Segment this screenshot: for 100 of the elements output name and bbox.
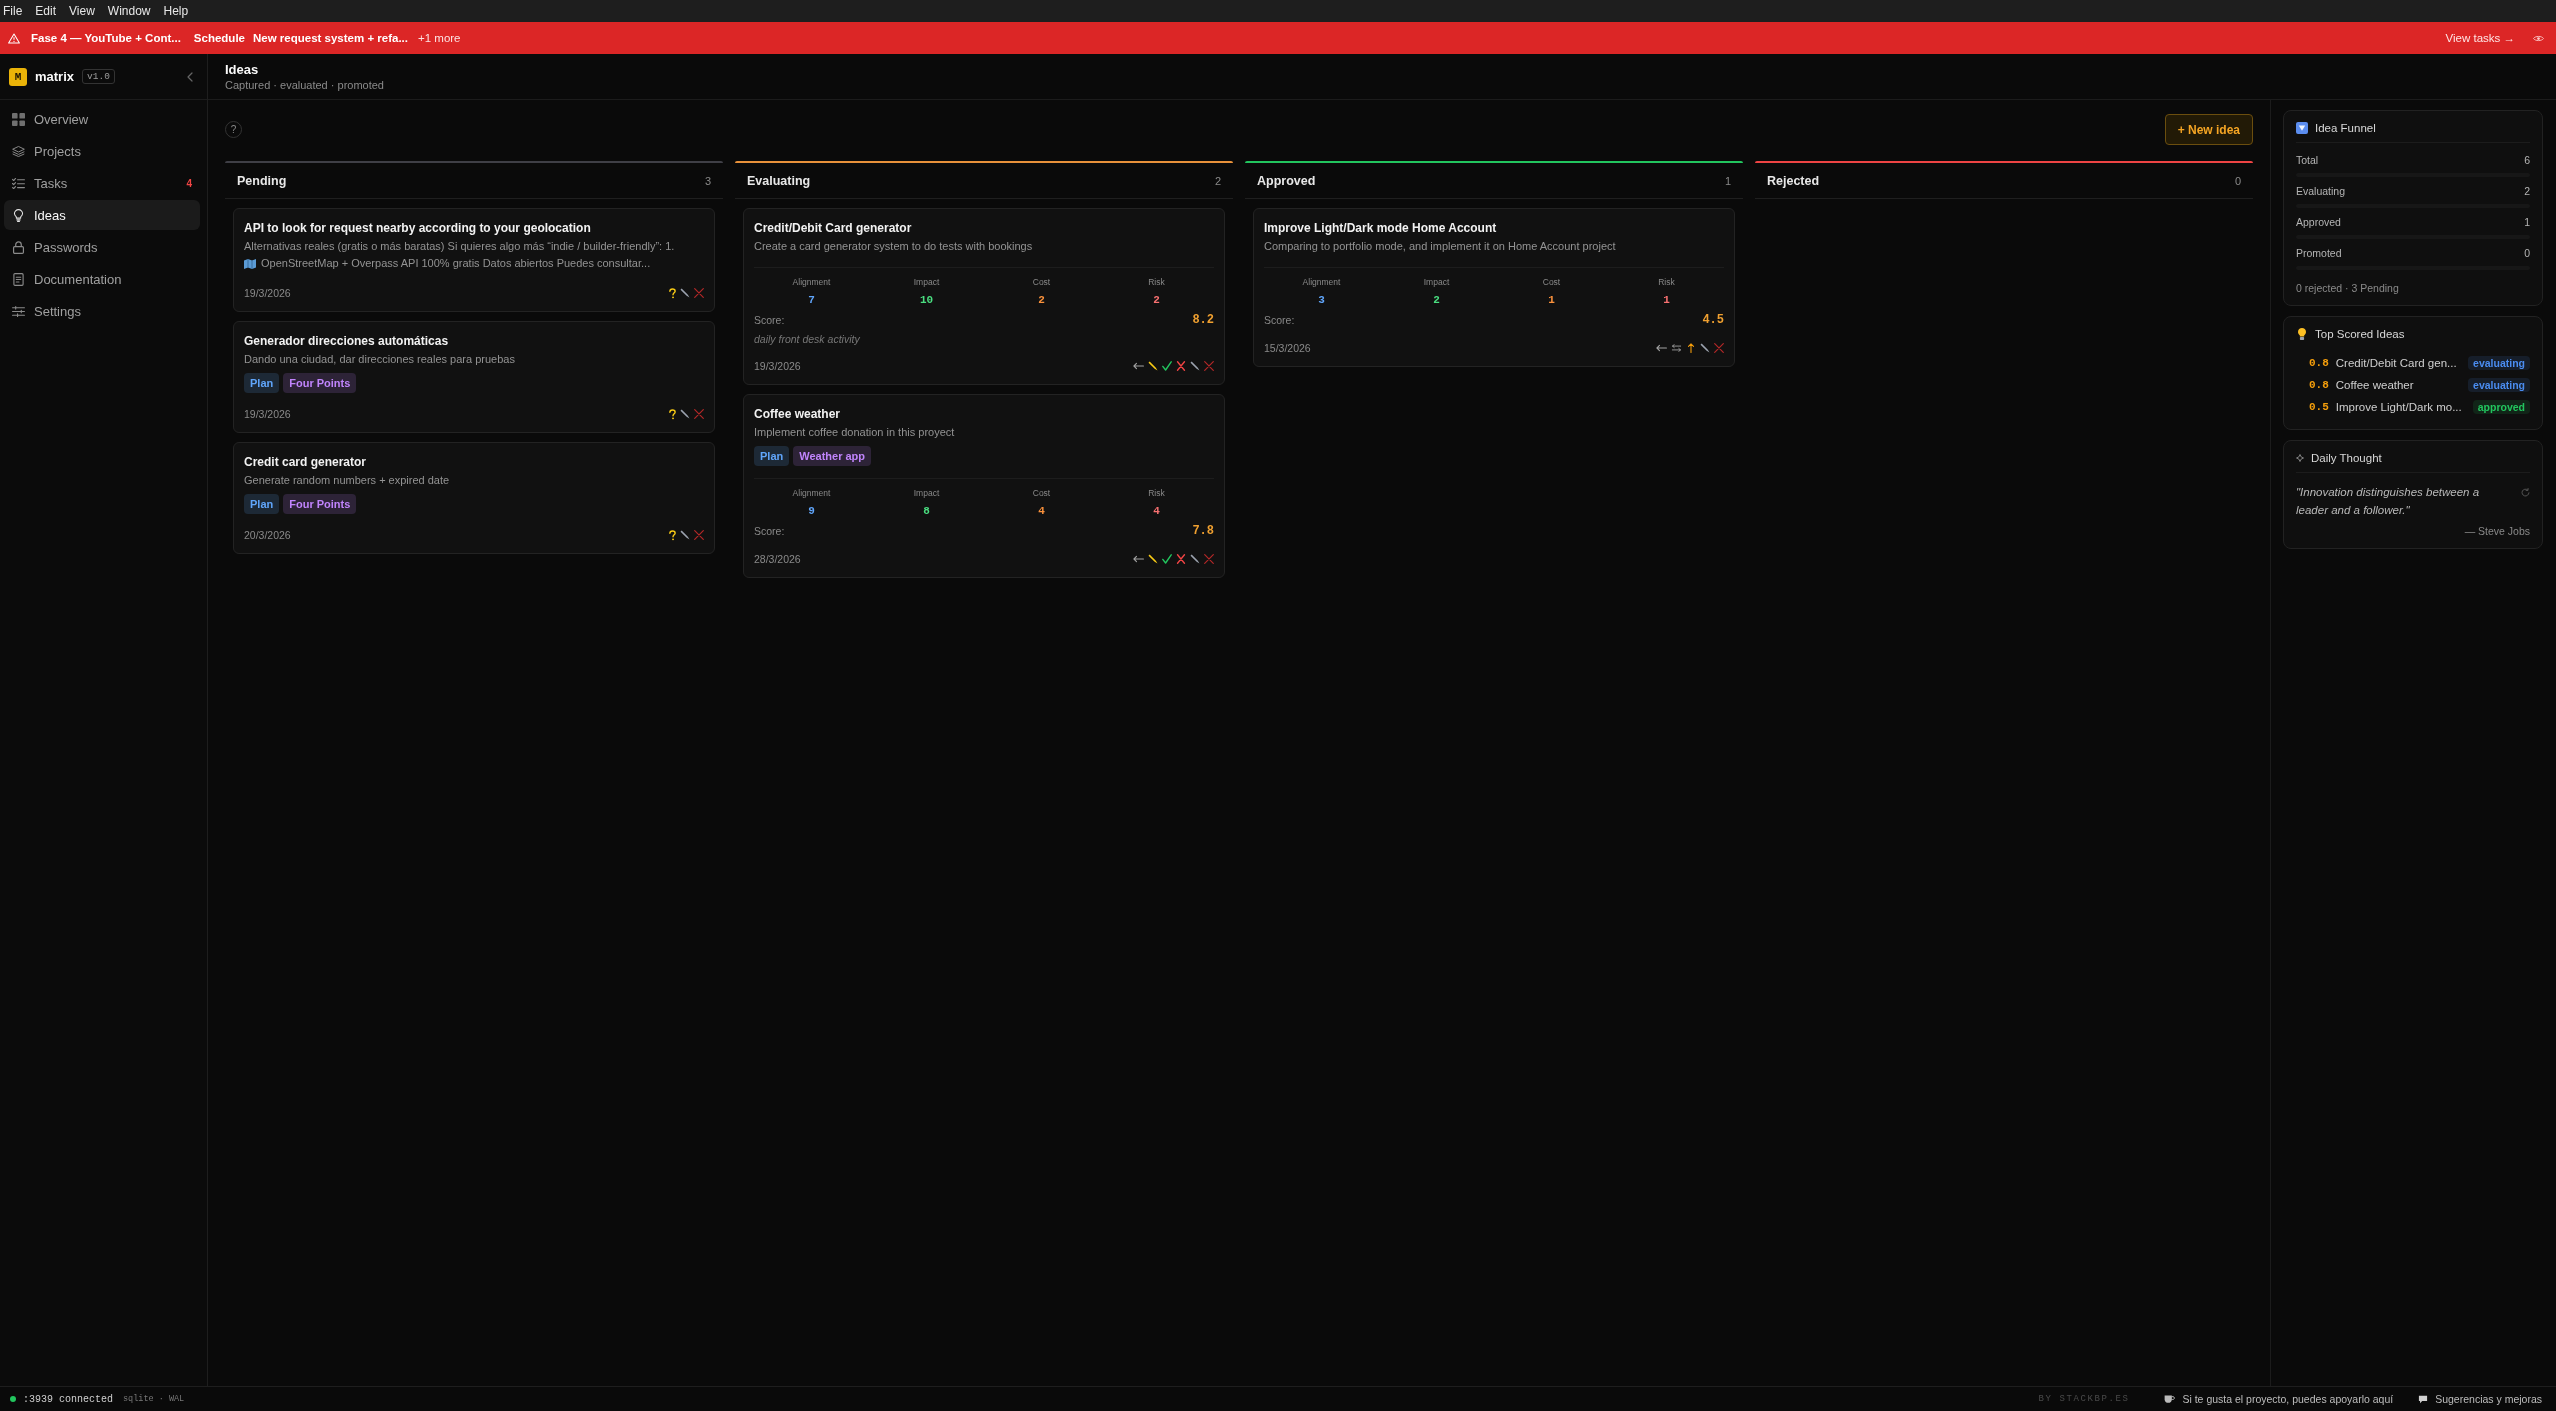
version-tag: v1.0 bbox=[82, 69, 115, 84]
feedback-link[interactable]: Sugerencias y mejoras bbox=[2435, 1393, 2542, 1405]
idea-date: 15/3/2026 bbox=[1264, 342, 1311, 354]
idea-name[interactable]: Improve Light/Dark mo... bbox=[2335, 401, 2462, 413]
nav-item[interactable]: Documentation bbox=[4, 264, 200, 294]
chevron-left-icon[interactable] bbox=[187, 71, 193, 82]
quote-text: "Innovation distinguishes between a leader and a follower." bbox=[2296, 485, 2481, 518]
nav-item[interactable]: Tasks 4 bbox=[4, 168, 200, 198]
banner-task[interactable]: Fase 4 — YouTube + Cont... bbox=[31, 32, 181, 44]
lightbulb-icon bbox=[2298, 328, 2306, 340]
metric-value: 2 bbox=[1433, 293, 1440, 307]
tag-label: Four Points bbox=[289, 497, 351, 511]
score-value: 4.5 bbox=[1702, 313, 1724, 327]
metric-value: 1 bbox=[1548, 293, 1555, 307]
tag-label: Plan bbox=[250, 376, 274, 390]
arrow-left-icon[interactable] bbox=[1133, 362, 1144, 370]
score-label: Score: bbox=[754, 314, 785, 326]
close-icon[interactable] bbox=[1204, 554, 1214, 564]
banner-task[interactable]: Schedule bbox=[193, 32, 245, 44]
metric-value: 8 bbox=[923, 504, 930, 518]
metric-label: Cost bbox=[1032, 488, 1051, 499]
check-icon[interactable] bbox=[1162, 554, 1172, 564]
funnel-count: 2 bbox=[2524, 185, 2530, 197]
checklist-icon bbox=[12, 176, 25, 190]
new-idea-button[interactable]: + New idea bbox=[2164, 114, 2253, 145]
question-mark-icon[interactable] bbox=[669, 408, 676, 420]
metric-label: Impact bbox=[913, 277, 940, 288]
column-count: 0 bbox=[2234, 174, 2241, 187]
funnel-summary: 0 rejected · 3 Pending bbox=[2296, 282, 2400, 294]
score-label: Score: bbox=[754, 525, 785, 537]
metric-value: 9 bbox=[808, 504, 815, 518]
nav-item[interactable]: Projects bbox=[4, 136, 200, 166]
metric-value: 10 bbox=[919, 293, 934, 307]
column-count: 3 bbox=[704, 174, 711, 187]
pencil-icon[interactable] bbox=[1190, 554, 1200, 564]
cross-icon[interactable] bbox=[1176, 361, 1186, 371]
metric-label: Impact bbox=[913, 488, 940, 499]
idea-score: 0.5 bbox=[2309, 401, 2329, 413]
metric-label: Alignment bbox=[1302, 277, 1341, 288]
metric-value: 3 bbox=[1318, 293, 1325, 307]
pencil-icon[interactable] bbox=[1190, 361, 1200, 371]
funnel-label: Promoted bbox=[2296, 247, 2342, 259]
close-icon[interactable] bbox=[694, 288, 704, 298]
menu-item[interactable]: View bbox=[68, 4, 96, 18]
close-icon[interactable] bbox=[694, 409, 704, 419]
pencil-icon[interactable] bbox=[1700, 343, 1710, 353]
card-title: Daily Thought bbox=[2311, 452, 2382, 464]
arrow-left-icon[interactable] bbox=[1656, 344, 1667, 352]
pencil-icon[interactable] bbox=[1148, 361, 1158, 371]
tag-label: Four Points bbox=[289, 376, 351, 390]
menu-item[interactable]: Help bbox=[162, 4, 190, 18]
score-value: 7.8 bbox=[1192, 524, 1214, 538]
metric-value: 1 bbox=[1663, 293, 1670, 307]
banner-task[interactable]: New request system + refa... bbox=[253, 32, 408, 44]
nav-item[interactable]: Overview bbox=[4, 104, 200, 134]
close-icon[interactable] bbox=[694, 530, 704, 540]
nav-item[interactable]: Passwords bbox=[4, 232, 200, 262]
metric-label: Impact bbox=[1423, 277, 1450, 288]
sliders-icon bbox=[12, 304, 25, 318]
nav-item[interactable]: Ideas bbox=[4, 200, 200, 230]
menu-item[interactable]: Edit bbox=[34, 4, 58, 18]
column-title: Pending bbox=[237, 173, 287, 188]
cross-icon[interactable] bbox=[1176, 554, 1186, 564]
swap-arrows-icon[interactable] bbox=[1671, 344, 1682, 352]
nav-item[interactable]: Settings bbox=[4, 296, 200, 326]
idea-date: 19/3/2026 bbox=[244, 287, 291, 299]
idea-name[interactable]: Coffee weather bbox=[2335, 379, 2414, 391]
check-icon[interactable] bbox=[1162, 361, 1172, 371]
menu-item[interactable]: Window bbox=[106, 4, 152, 18]
pencil-icon[interactable] bbox=[1148, 554, 1158, 564]
eye-icon[interactable] bbox=[2533, 34, 2544, 42]
app-logo: M bbox=[9, 67, 27, 86]
question-mark-icon[interactable] bbox=[669, 287, 676, 299]
idea-title: Credit/Debit Card generator bbox=[754, 220, 913, 236]
pencil-icon[interactable] bbox=[680, 288, 690, 298]
pencil-icon[interactable] bbox=[680, 409, 690, 419]
support-link[interactable]: Si te gusta el proyecto, puedes apoyarlo aquí bbox=[2182, 1393, 2394, 1405]
idea-score: 0.8 bbox=[2309, 357, 2329, 369]
card-title: Idea Funnel bbox=[2315, 122, 2376, 134]
view-tasks-link[interactable]: View tasks → bbox=[2445, 32, 2515, 44]
metric-value: 4 bbox=[1153, 504, 1160, 518]
idea-description: Create a card generator system to do tests with bookings bbox=[754, 239, 1034, 254]
menu-item[interactable]: File bbox=[2, 4, 24, 18]
arrow-up-icon[interactable] bbox=[1686, 343, 1696, 353]
metric-value: 7 bbox=[808, 293, 815, 307]
idea-name[interactable]: Credit/Debit Card gen... bbox=[2335, 357, 2457, 369]
cup-icon bbox=[2164, 1394, 2176, 1404]
arrow-left-icon[interactable] bbox=[1133, 555, 1144, 563]
column-count: 1 bbox=[1724, 174, 1731, 187]
idea-description: Alternativas reales (gratis o más baratas) Si quieres algo más “indie / builder-friendly”: 1. bbox=[244, 239, 676, 254]
funnel-count: 6 bbox=[2524, 154, 2530, 166]
pencil-icon[interactable] bbox=[680, 530, 690, 540]
more-tasks-link[interactable]: +1 more bbox=[418, 32, 461, 44]
column-title: Rejected bbox=[1767, 173, 1820, 188]
idea-title: Improve Light/Dark mode Home Account bbox=[1264, 220, 1498, 236]
question-mark-icon[interactable] bbox=[669, 529, 676, 541]
close-icon[interactable] bbox=[1714, 343, 1724, 353]
close-icon[interactable] bbox=[1204, 361, 1214, 371]
score-label: Score: bbox=[1264, 314, 1295, 326]
idea-title: Coffee weather bbox=[754, 406, 842, 422]
